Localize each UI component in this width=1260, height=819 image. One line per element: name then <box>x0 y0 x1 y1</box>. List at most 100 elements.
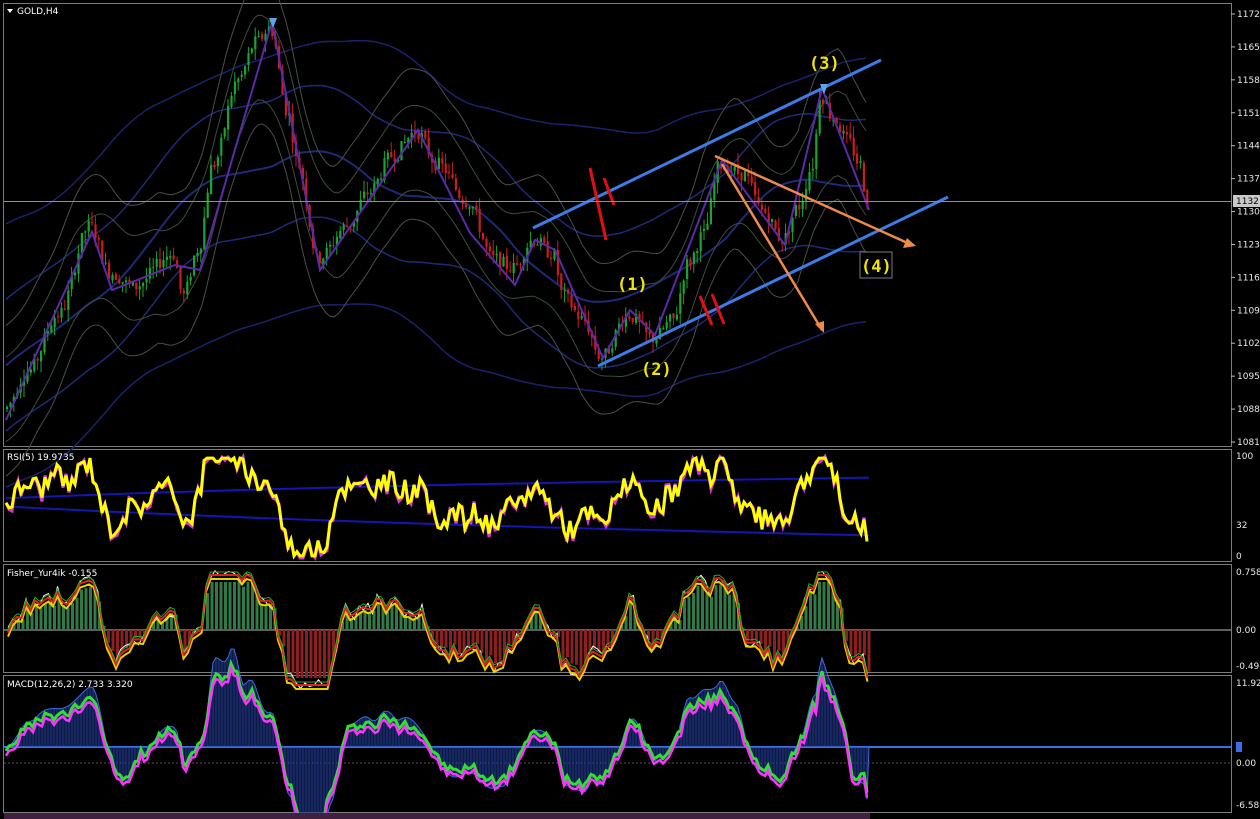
price-tick-label: 1081 <box>1237 438 1260 448</box>
rsi-tick: 100 <box>1236 452 1253 462</box>
fisher-hist-bar <box>822 582 826 630</box>
candle-body <box>485 238 488 248</box>
candle-body <box>233 81 236 95</box>
candle-body <box>771 219 774 223</box>
fisher-hist-bar <box>849 630 853 656</box>
candle-body <box>111 275 114 281</box>
price-tick-label: 1151 <box>1237 109 1260 119</box>
candle-body <box>580 316 583 319</box>
fisher-hist-bar <box>84 588 88 630</box>
candle-body <box>220 137 223 156</box>
fisher-hist-bar <box>53 605 56 630</box>
candle-body <box>186 281 189 295</box>
fisher-hist-bar <box>251 583 254 630</box>
candle-body <box>801 201 804 210</box>
candle-body <box>699 232 702 252</box>
candle-body <box>502 256 505 267</box>
candle-body <box>87 220 90 232</box>
fisher-hist-bar <box>359 612 362 630</box>
fisher-hist-bar <box>705 592 709 630</box>
macd-tick: 11.92 <box>1236 679 1260 689</box>
price-tick-label: 1144 <box>1237 142 1260 152</box>
candle-body <box>686 259 689 280</box>
candle-body <box>862 162 865 192</box>
fisher-hist-bar <box>710 596 713 630</box>
fisher-hist-bar <box>242 586 245 630</box>
candle-body <box>519 263 522 265</box>
fisher-hist-bar <box>210 582 214 630</box>
candle-body <box>488 246 491 252</box>
fisher-hist-bar <box>89 586 92 630</box>
candle-body <box>754 182 757 196</box>
fisher-hist-bar <box>777 630 781 651</box>
fisher-hist-bar <box>723 587 727 630</box>
candle-body <box>815 133 818 170</box>
candle-body <box>254 36 257 50</box>
candle-body <box>611 348 614 353</box>
candle-body <box>706 223 709 230</box>
candle-body <box>244 66 247 75</box>
candle-body <box>760 204 763 211</box>
candle-body <box>118 279 121 284</box>
candle-body <box>822 99 825 104</box>
candle-body <box>808 171 811 191</box>
fisher-hist-bar <box>44 604 47 630</box>
candle-body <box>196 252 199 257</box>
candle-body <box>750 176 753 184</box>
candle-body <box>845 132 848 135</box>
price-tick-label: 1123 <box>1237 240 1260 250</box>
fisher-hist-bar <box>804 606 808 630</box>
fisher-hist-bar <box>219 582 223 630</box>
candle-body <box>628 316 631 319</box>
candle-body <box>135 282 138 290</box>
candle-body <box>67 290 70 310</box>
chart-window[interactable]: 1132 GOLD,H4 RSI(5) 19.9735 Fisher_Yur4i… <box>0 0 1260 819</box>
candle-body <box>672 313 675 319</box>
candle-body <box>240 74 243 77</box>
candle-body <box>346 226 349 228</box>
candle-body <box>849 133 852 139</box>
price-tick-label: 1165 <box>1237 43 1260 53</box>
fisher-hist-bar <box>80 589 83 630</box>
fisher-hist-bar <box>111 630 115 651</box>
fisher-hist-bar <box>692 592 695 630</box>
candle-body <box>495 254 498 256</box>
fisher-hist-bar <box>300 630 304 678</box>
candle-body <box>560 273 563 291</box>
price-tick-label: 1130 <box>1237 208 1260 218</box>
candle-body <box>543 237 546 243</box>
candle-body <box>458 190 461 199</box>
candle-body <box>859 161 862 163</box>
candle-body <box>454 178 457 190</box>
fisher-tick: 0.758 <box>1236 568 1260 578</box>
candle-body <box>655 339 658 344</box>
candle-body <box>176 260 179 269</box>
fisher-hist-bar <box>579 630 583 670</box>
candle-body <box>339 230 342 239</box>
fisher-hist-bar <box>863 630 866 656</box>
fisher-hist-bar <box>35 604 38 630</box>
candle-body <box>74 272 77 276</box>
candle-body <box>97 237 100 240</box>
candle-body <box>206 192 209 218</box>
candle-body <box>740 172 743 181</box>
candle-body <box>448 171 451 173</box>
candle-body <box>363 191 366 199</box>
wave-label-4: (4) <box>861 257 892 277</box>
fisher-hist-bar <box>485 630 488 661</box>
fisher-hist-bar <box>768 630 772 647</box>
price-tick-label: 1158 <box>1237 76 1260 86</box>
candle-body <box>757 196 760 204</box>
candle-body <box>475 205 478 210</box>
candle-body <box>342 224 345 230</box>
fisher-hist-bar <box>291 630 295 674</box>
wave-label-3: (3) <box>809 54 840 74</box>
candle-body <box>210 164 213 195</box>
fisher-hist-bar <box>701 586 704 630</box>
fisher-hist-bar <box>570 630 574 664</box>
candle-body <box>142 283 145 287</box>
candle-body <box>505 255 508 270</box>
fisher-hist-bar <box>39 607 43 630</box>
fisher-hist-bar <box>318 630 322 678</box>
fisher-hist-bar <box>489 630 493 656</box>
